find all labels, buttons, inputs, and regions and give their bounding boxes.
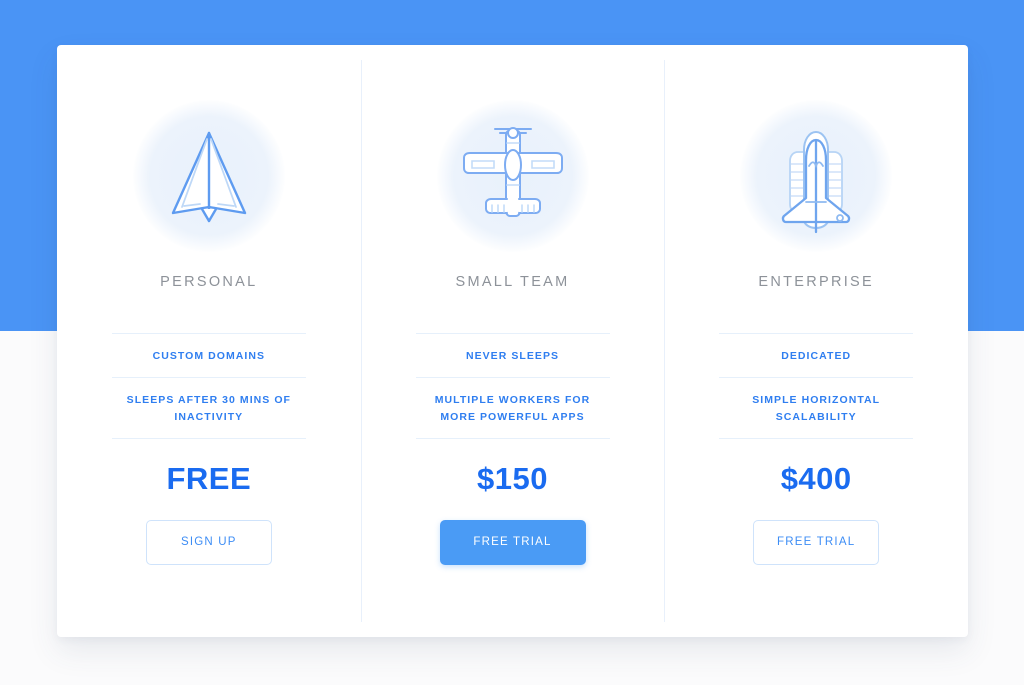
feature-list: NEVER SLEEPS MULTIPLE WORKERS FOR MORE P… xyxy=(415,333,610,439)
free-trial-button[interactable]: FREE TRIAL xyxy=(753,519,880,565)
pricing-card: PERSONAL CUSTOM DOMAINS SLEEPS AFTER 30 … xyxy=(57,45,968,637)
free-trial-button[interactable]: FREE TRIAL xyxy=(439,519,586,565)
feature-item: SLEEPS AFTER 30 MINS OF INACTIVITY xyxy=(111,377,306,439)
plan-name: PERSONAL xyxy=(160,274,258,290)
paper-plane-icon xyxy=(125,92,293,260)
space-shuttle-icon xyxy=(732,92,900,260)
feature-item: SIMPLE HORIZONTAL SCALABILITY xyxy=(719,377,914,439)
propeller-plane-icon xyxy=(429,92,597,260)
feature-list: DEDICATED SIMPLE HORIZONTAL SCALABILITY xyxy=(719,333,914,439)
pricing-page: PERSONAL CUSTOM DOMAINS SLEEPS AFTER 30 … xyxy=(0,0,1024,685)
signup-button[interactable]: SIGN UP xyxy=(145,519,272,565)
feature-list: CUSTOM DOMAINS SLEEPS AFTER 30 MINS OF I… xyxy=(111,333,306,439)
plan-column-personal: PERSONAL CUSTOM DOMAINS SLEEPS AFTER 30 … xyxy=(57,45,361,637)
feature-item: MULTIPLE WORKERS FOR MORE POWERFUL APPS xyxy=(415,377,610,439)
plan-price: $400 xyxy=(780,460,852,496)
plan-price: $150 xyxy=(477,460,548,496)
plan-name: SMALL TEAM xyxy=(455,274,570,290)
feature-item: NEVER SLEEPS xyxy=(415,333,610,377)
plan-price: FREE xyxy=(166,460,252,496)
plan-name: ENTERPRISE xyxy=(758,274,875,290)
feature-item: CUSTOM DOMAINS xyxy=(111,333,306,377)
feature-item: DEDICATED xyxy=(719,333,914,377)
plan-column-enterprise: ENTERPRISE DEDICATED SIMPLE HORIZONTAL S… xyxy=(664,45,968,637)
plan-column-small-team: SMALL TEAM NEVER SLEEPS MULTIPLE WORKERS… xyxy=(360,45,665,637)
